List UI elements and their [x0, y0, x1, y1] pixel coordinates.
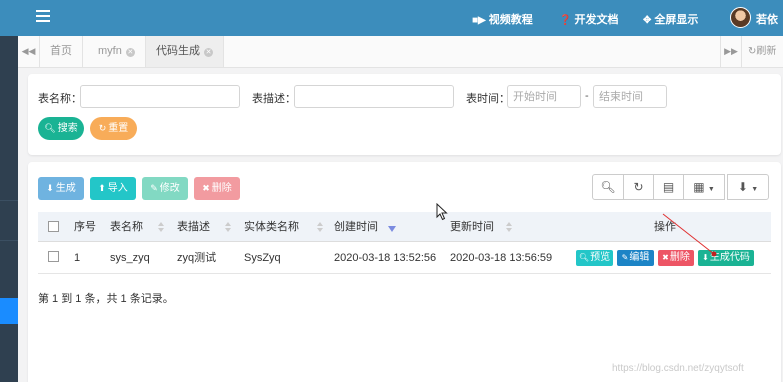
- annotation-arrow: [662, 213, 717, 257]
- watermark: https://blog.csdn.net/zyqytsoft: [612, 363, 744, 374]
- mouse-cursor-icon: [436, 203, 448, 221]
